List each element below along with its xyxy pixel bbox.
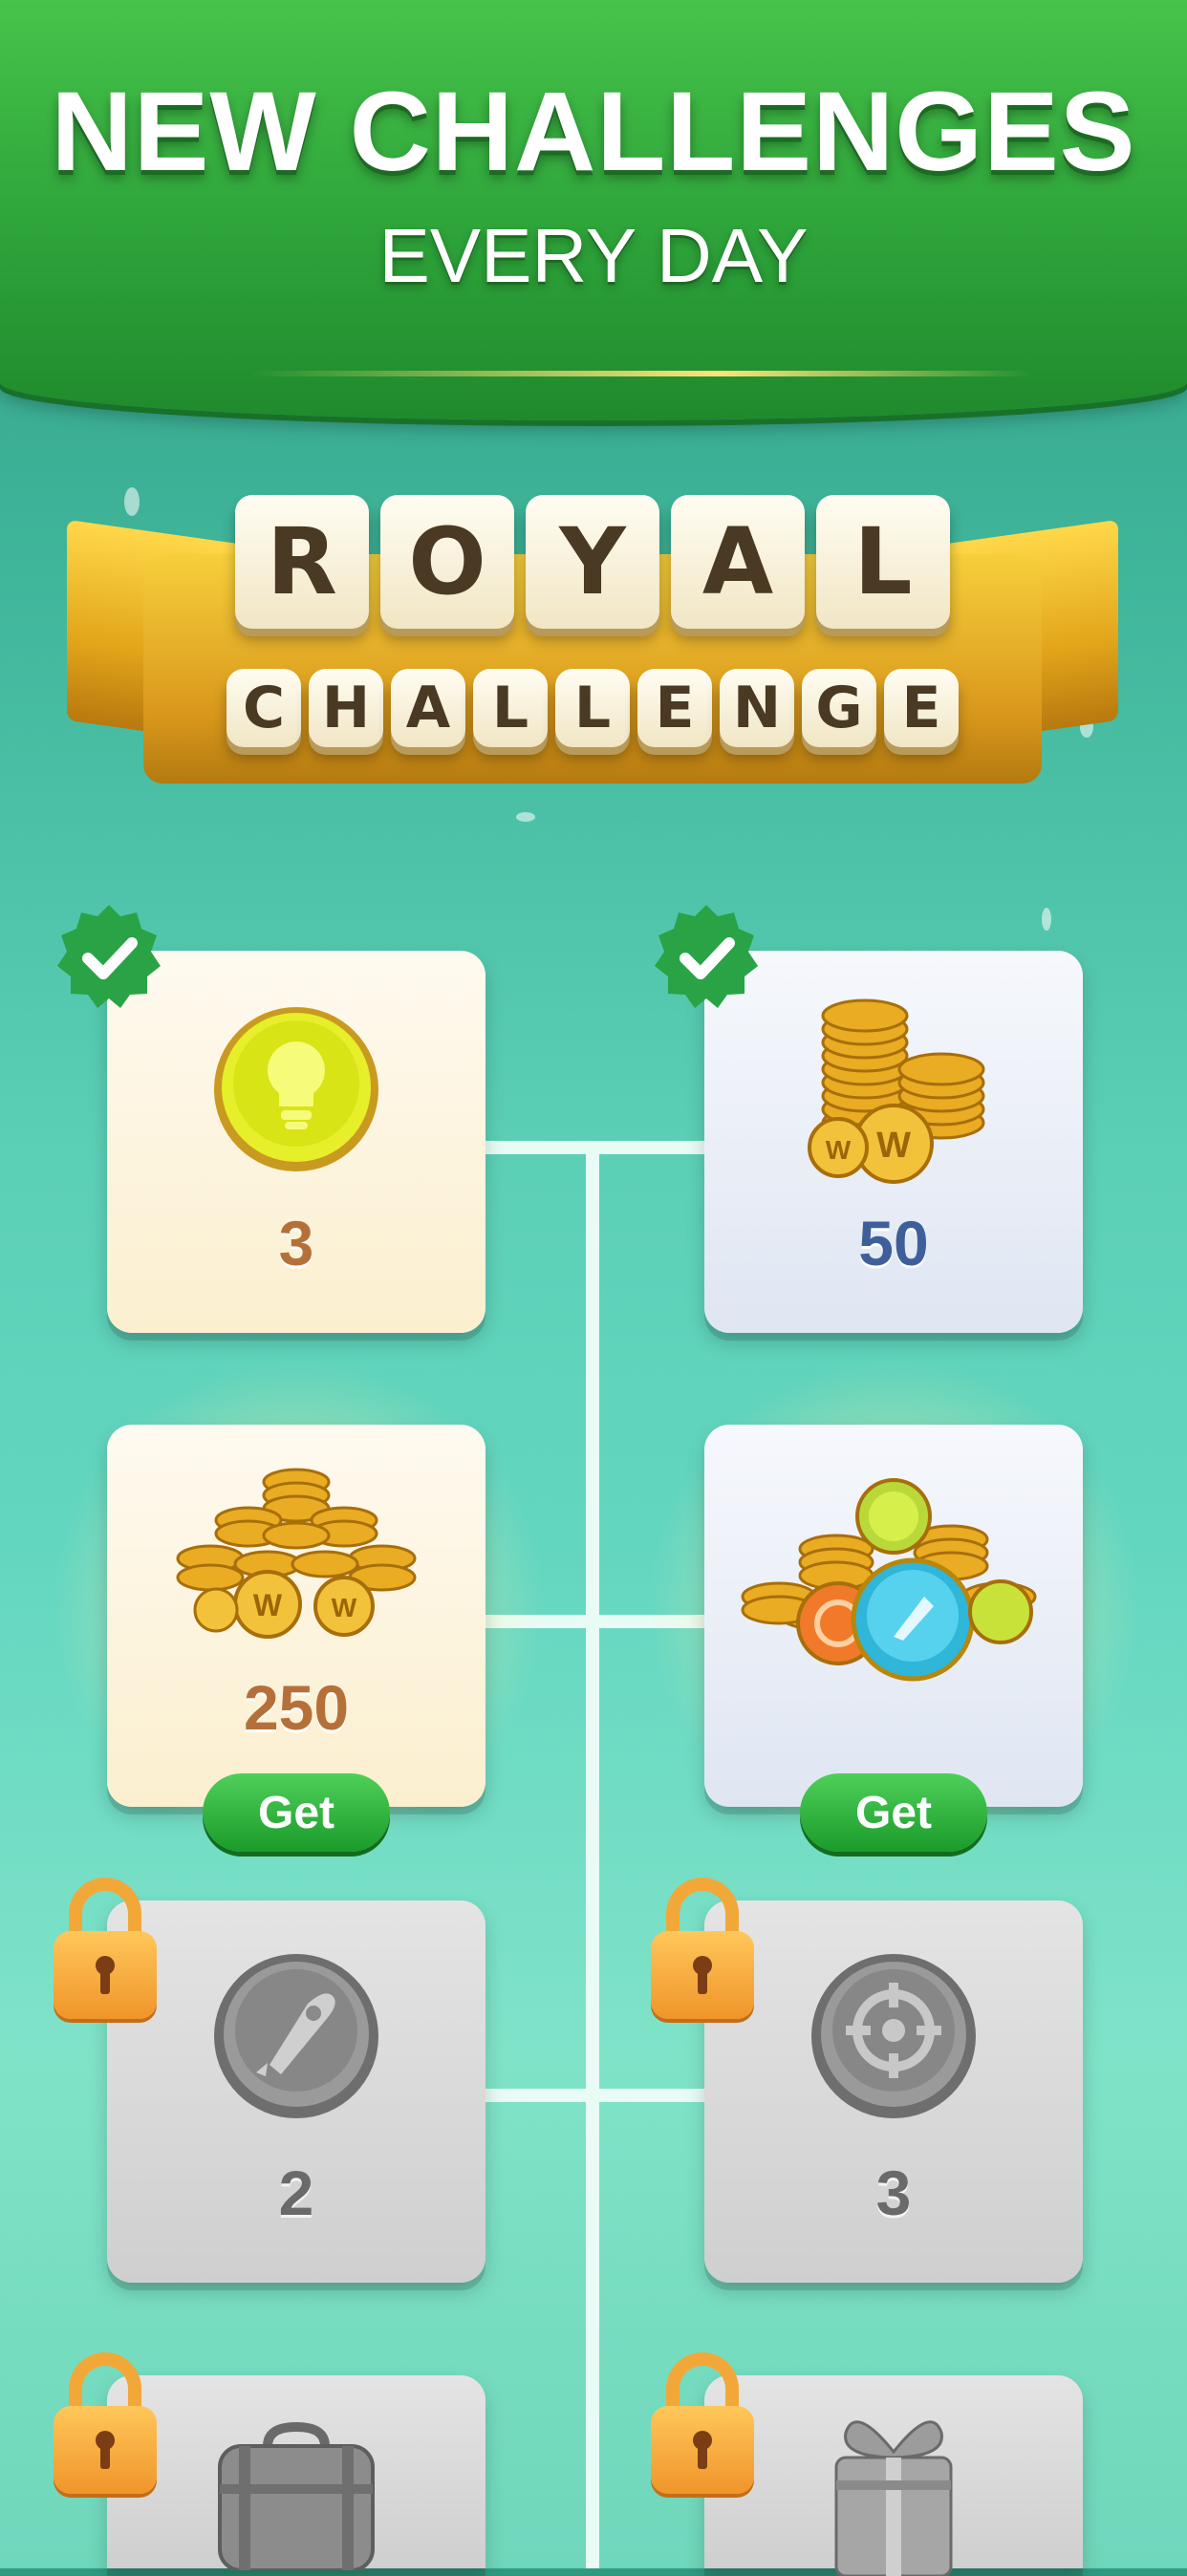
logo-tile: C <box>227 669 301 747</box>
logo-word-royal: R O Y A L <box>67 495 1118 629</box>
logo-tile: Y <box>526 495 659 629</box>
reward-amount: 50 <box>858 1208 929 1278</box>
reward-amount: 3 <box>875 2157 912 2228</box>
logo-tile: L <box>816 495 950 629</box>
reward-amount: 2 <box>278 2157 314 2228</box>
completed-check-icon <box>655 905 758 1008</box>
logo-tile: E <box>637 669 712 747</box>
reward-card-suitcase[interactable] <box>107 2375 486 2570</box>
lock-icon <box>54 1878 157 2021</box>
get-reward-button[interactable]: Get <box>800 1773 987 1852</box>
path-connector <box>486 1141 705 1154</box>
svg-text:W: W <box>253 1588 283 1622</box>
page-subtitle: EVERY DAY <box>378 213 809 298</box>
path-connector <box>486 2089 705 2102</box>
logo-tile: L <box>473 669 548 747</box>
svg-text:W: W <box>826 1135 852 1165</box>
get-reward-button[interactable]: Get <box>203 1773 390 1852</box>
path-connector-vertical <box>586 1147 599 2568</box>
coins-and-boosters-icon <box>704 1472 1083 1721</box>
lock-icon <box>54 2352 157 2496</box>
sparkle <box>1042 908 1051 931</box>
logo-tile: G <box>802 669 876 747</box>
lightbulb-coin-icon <box>107 1003 486 1175</box>
logo-tile: A <box>391 669 465 747</box>
reward-card-target[interactable]: 3 <box>704 1900 1083 2283</box>
header-divider <box>248 371 1032 376</box>
reward-card-coins-50[interactable]: W W 50 <box>704 951 1083 1333</box>
logo-tile: R <box>235 495 369 629</box>
logo-tile: L <box>555 669 630 747</box>
reward-amount: 3 <box>278 1208 314 1278</box>
royal-challenge-logo: R O Y A L C H A L L E N G E <box>67 478 1118 822</box>
coin-pile-icon: W W <box>107 1444 486 1654</box>
svg-text:W: W <box>876 1126 911 1166</box>
rocket-coin-icon <box>107 1950 486 2122</box>
completed-check-icon <box>57 905 161 1008</box>
page-title: NEW CHALLENGES <box>51 69 1136 195</box>
gift-box-icon <box>704 2404 1083 2576</box>
reward-card-coins-and-boosters[interactable] <box>704 1425 1083 1807</box>
logo-tile: O <box>380 495 514 629</box>
reward-amount: 250 <box>243 1672 350 1743</box>
logo-tile: H <box>309 669 383 747</box>
logo-tile: N <box>720 669 794 747</box>
lock-icon <box>651 1878 754 2021</box>
target-coin-icon <box>704 1950 1083 2122</box>
coin-stack-icon: W W <box>704 979 1083 1190</box>
reward-card-hints[interactable]: 3 <box>107 951 486 1333</box>
reward-card-gift[interactable] <box>704 2375 1083 2576</box>
svg-text:W: W <box>332 1593 357 1622</box>
lock-icon <box>651 2352 754 2496</box>
logo-tile: E <box>884 669 959 747</box>
logo-word-challenge: C H A L L E N G E <box>67 669 1118 747</box>
header-banner: NEW CHALLENGES EVERY DAY <box>0 0 1187 420</box>
reward-card-rocket[interactable]: 2 <box>107 1900 486 2283</box>
suitcase-icon <box>107 2417 486 2570</box>
reward-card-coins-250[interactable]: W W 250 <box>107 1425 486 1807</box>
logo-tile: A <box>671 495 805 629</box>
